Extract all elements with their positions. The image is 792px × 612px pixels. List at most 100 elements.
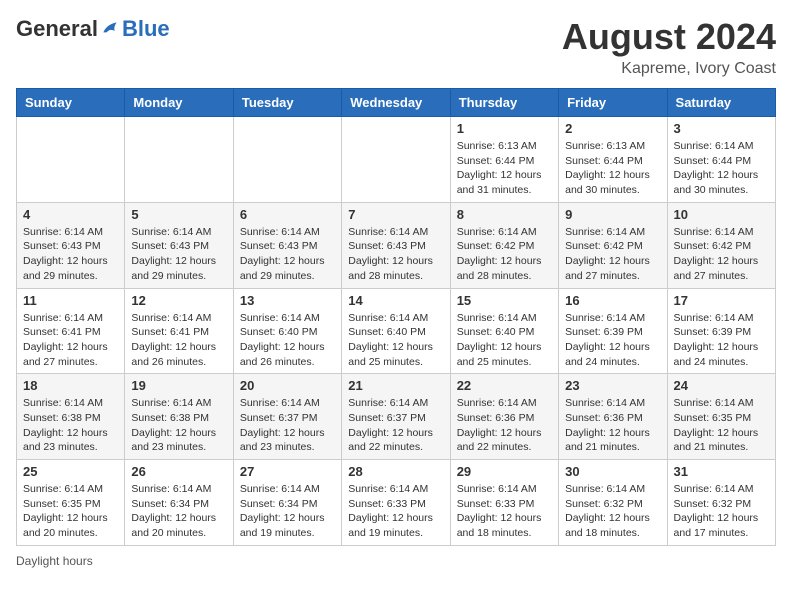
day-number: 8 [457, 207, 552, 222]
day-number: 28 [348, 464, 443, 479]
day-info: Sunrise: 6:14 AMSunset: 6:43 PMDaylight:… [240, 225, 335, 284]
calendar-cell [233, 117, 341, 203]
day-number: 7 [348, 207, 443, 222]
calendar-cell: 7 Sunrise: 6:14 AMSunset: 6:43 PMDaylight… [342, 202, 450, 288]
calendar-cell: 27 Sunrise: 6:14 AMSunset: 6:34 PMDayligh… [233, 460, 341, 546]
day-info: Sunrise: 6:14 AMSunset: 6:43 PMDaylight:… [23, 225, 118, 284]
day-number: 9 [565, 207, 660, 222]
day-number: 10 [674, 207, 769, 222]
day-info: Sunrise: 6:14 AMSunset: 6:39 PMDaylight:… [565, 311, 660, 370]
day-info: Sunrise: 6:14 AMSunset: 6:35 PMDaylight:… [674, 396, 769, 455]
calendar-body: 1 Sunrise: 6:13 AMSunset: 6:44 PMDaylight… [17, 117, 776, 546]
calendar-table: SundayMondayTuesdayWednesdayThursdayFrid… [16, 88, 776, 546]
day-number: 4 [23, 207, 118, 222]
calendar-cell: 8 Sunrise: 6:14 AMSunset: 6:42 PMDaylight… [450, 202, 558, 288]
calendar-cell: 30Sunrise: 6:14 AMSunset: 6:32 PMDayligh… [559, 460, 667, 546]
logo-general: General [16, 16, 98, 42]
calendar-cell: 20 Sunrise: 6:14 AMSunset: 6:37 PMDayligh… [233, 374, 341, 460]
logo: General Blue [16, 16, 170, 42]
calendar-week-row: 18Sunrise: 6:14 AMSunset: 6:38 PMDayligh… [17, 374, 776, 460]
calendar-cell: 25 Sunrise: 6:14 AMSunset: 6:35 PMDayligh… [17, 460, 125, 546]
day-number: 20 [240, 378, 335, 393]
calendar-cell: 14 Sunrise: 6:14 AMSunset: 6:40 PMDayligh… [342, 288, 450, 374]
day-number: 27 [240, 464, 335, 479]
day-info: Sunrise: 6:14 AMSunset: 6:41 PMDaylight:… [23, 311, 118, 370]
calendar-cell: 2Sunrise: 6:13 AMSunset: 6:44 PMDaylight… [559, 117, 667, 203]
calendar-cell: 11 Sunrise: 6:14 AMSunset: 6:41 PMDayligh… [17, 288, 125, 374]
day-number: 15 [457, 293, 552, 308]
calendar-week-row: 4 Sunrise: 6:14 AMSunset: 6:43 PMDaylight… [17, 202, 776, 288]
day-info: Sunrise: 6:14 AMSunset: 6:39 PMDaylight:… [674, 311, 769, 370]
day-info: Sunrise: 6:14 AMSunset: 6:40 PMDaylight:… [457, 311, 552, 370]
day-info: Sunrise: 6:14 AMSunset: 6:36 PMDaylight:… [565, 396, 660, 455]
page-header: General Blue August 2024 Kapreme, Ivory … [16, 16, 776, 78]
day-info: Sunrise: 6:14 AMSunset: 6:33 PMDaylight:… [348, 482, 443, 541]
calendar-cell: 3Sunrise: 6:14 AMSunset: 6:44 PMDaylight… [667, 117, 775, 203]
calendar-cell: 28 Sunrise: 6:14 AMSunset: 6:33 PMDayligh… [342, 460, 450, 546]
calendar-header-row: SundayMondayTuesdayWednesdayThursdayFrid… [17, 89, 776, 117]
calendar-cell: 15 Sunrise: 6:14 AMSunset: 6:40 PMDayligh… [450, 288, 558, 374]
calendar-cell: 29 Sunrise: 6:14 AMSunset: 6:33 PMDayligh… [450, 460, 558, 546]
calendar-cell: 16 Sunrise: 6:14 AMSunset: 6:39 PMDayligh… [559, 288, 667, 374]
calendar-day-header: Tuesday [233, 89, 341, 117]
calendar-cell: 6Sunrise: 6:14 AMSunset: 6:43 PMDaylight… [233, 202, 341, 288]
calendar-week-row: 25 Sunrise: 6:14 AMSunset: 6:35 PMDayligh… [17, 460, 776, 546]
calendar-cell: 17 Sunrise: 6:14 AMSunset: 6:39 PMDayligh… [667, 288, 775, 374]
day-info: Sunrise: 6:14 AMSunset: 6:34 PMDaylight:… [131, 482, 226, 541]
calendar-day-header: Sunday [17, 89, 125, 117]
day-number: 24 [674, 378, 769, 393]
month-year-title: August 2024 [562, 16, 776, 58]
location-subtitle: Kapreme, Ivory Coast [562, 60, 776, 78]
day-number: 1 [457, 121, 552, 136]
calendar-cell: 22Sunrise: 6:14 AMSunset: 6:36 PMDayligh… [450, 374, 558, 460]
title-block: August 2024 Kapreme, Ivory Coast [562, 16, 776, 78]
calendar-cell [125, 117, 233, 203]
calendar-cell: 10 Sunrise: 6:14 AMSunset: 6:42 PMDayligh… [667, 202, 775, 288]
day-number: 14 [348, 293, 443, 308]
day-number: 3 [674, 121, 769, 136]
day-info: Sunrise: 6:14 AMSunset: 6:37 PMDaylight:… [348, 396, 443, 455]
calendar-cell: 21 Sunrise: 6:14 AMSunset: 6:37 PMDayligh… [342, 374, 450, 460]
calendar-day-header: Thursday [450, 89, 558, 117]
calendar-cell: 26 Sunrise: 6:14 AMSunset: 6:34 PMDayligh… [125, 460, 233, 546]
calendar-cell [342, 117, 450, 203]
calendar-cell: 23Sunrise: 6:14 AMSunset: 6:36 PMDayligh… [559, 374, 667, 460]
calendar-day-header: Monday [125, 89, 233, 117]
day-info: Sunrise: 6:14 AMSunset: 6:43 PMDaylight:… [348, 225, 443, 284]
day-info: Sunrise: 6:14 AMSunset: 6:33 PMDaylight:… [457, 482, 552, 541]
day-info: Sunrise: 6:14 AMSunset: 6:42 PMDaylight:… [674, 225, 769, 284]
calendar-week-row: 11 Sunrise: 6:14 AMSunset: 6:41 PMDayligh… [17, 288, 776, 374]
calendar-cell: 31Sunrise: 6:14 AMSunset: 6:32 PMDayligh… [667, 460, 775, 546]
day-number: 25 [23, 464, 118, 479]
day-number: 26 [131, 464, 226, 479]
day-number: 11 [23, 293, 118, 308]
day-number: 21 [348, 378, 443, 393]
calendar-cell [17, 117, 125, 203]
day-info: Sunrise: 6:14 AMSunset: 6:34 PMDaylight:… [240, 482, 335, 541]
calendar-cell: 18Sunrise: 6:14 AMSunset: 6:38 PMDayligh… [17, 374, 125, 460]
day-info: Sunrise: 6:14 AMSunset: 6:32 PMDaylight:… [674, 482, 769, 541]
calendar-day-header: Saturday [667, 89, 775, 117]
calendar-week-row: 1 Sunrise: 6:13 AMSunset: 6:44 PMDaylight… [17, 117, 776, 203]
footer-note: Daylight hours [16, 554, 776, 568]
day-info: Sunrise: 6:14 AMSunset: 6:36 PMDaylight:… [457, 396, 552, 455]
calendar-cell: 24 Sunrise: 6:14 AMSunset: 6:35 PMDayligh… [667, 374, 775, 460]
day-number: 16 [565, 293, 660, 308]
day-number: 12 [131, 293, 226, 308]
daylight-hours-label: Daylight hours [16, 554, 93, 568]
day-number: 29 [457, 464, 552, 479]
day-info: Sunrise: 6:14 AMSunset: 6:35 PMDaylight:… [23, 482, 118, 541]
day-info: Sunrise: 6:14 AMSunset: 6:37 PMDaylight:… [240, 396, 335, 455]
day-number: 30 [565, 464, 660, 479]
bird-icon [100, 19, 120, 39]
day-info: Sunrise: 6:14 AMSunset: 6:42 PMDaylight:… [565, 225, 660, 284]
calendar-cell: 13Sunrise: 6:14 AMSunset: 6:40 PMDayligh… [233, 288, 341, 374]
day-info: Sunrise: 6:14 AMSunset: 6:40 PMDaylight:… [348, 311, 443, 370]
day-number: 19 [131, 378, 226, 393]
day-info: Sunrise: 6:14 AMSunset: 6:42 PMDaylight:… [457, 225, 552, 284]
calendar-cell: 1Sunrise: 6:13 AMSunset: 6:44 PMDaylight… [450, 117, 558, 203]
day-info: Sunrise: 6:13 AMSunset: 6:44 PMDaylight:… [565, 139, 660, 198]
calendar-cell: 5Sunrise: 6:14 AMSunset: 6:43 PMDaylight… [125, 202, 233, 288]
day-number: 17 [674, 293, 769, 308]
day-number: 5 [131, 207, 226, 222]
